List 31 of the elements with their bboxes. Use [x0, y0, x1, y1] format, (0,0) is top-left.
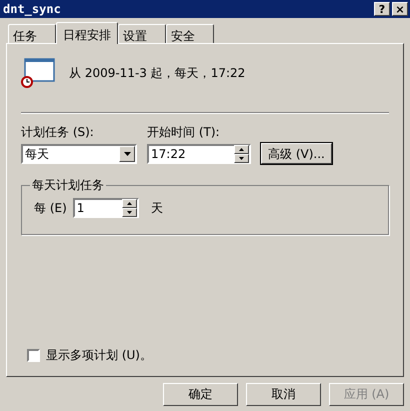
schedule-summary: 从 2009-11-3 起，每天，17:22 — [69, 65, 246, 82]
dialog-button[interactable]: 确定 — [163, 382, 238, 406]
tab[interactable]: 设置 — [118, 24, 166, 43]
up-arrow-icon — [126, 202, 132, 205]
spin-down-button[interactable] — [122, 208, 137, 217]
dialog-button[interactable]: 取消 — [246, 382, 321, 406]
every-field[interactable]: 1 — [72, 198, 139, 218]
spin-up-button[interactable] — [122, 199, 137, 208]
help-button[interactable]: ? — [374, 2, 390, 16]
up-arrow-icon — [239, 148, 244, 151]
checkbox-label: 显示多项计划 (U)。 — [46, 347, 152, 364]
every-label: 每 (E) — [34, 200, 67, 217]
unit-label: 天 — [150, 200, 163, 217]
dropdown-arrow-icon — [124, 152, 130, 156]
tab[interactable]: 日程安排 — [56, 22, 118, 44]
scheduled-window-icon — [21, 58, 55, 88]
start-time-label: 开始时间 (T): — [147, 124, 221, 141]
window-title: dnt_sync — [3, 1, 61, 18]
spin-up-button[interactable] — [234, 145, 249, 154]
start-time-field[interactable]: 17:22 — [147, 144, 251, 164]
checkbox[interactable] — [27, 348, 40, 362]
spin-down-button[interactable] — [234, 154, 249, 163]
group-title: 每天计划任务 — [31, 177, 105, 194]
tab[interactable]: 任务 — [8, 24, 56, 43]
advanced-button[interactable]: 高级 (V)... — [261, 143, 332, 164]
down-arrow-icon — [126, 211, 132, 214]
tab[interactable]: 安全 — [166, 24, 214, 43]
schedule-label: 计划任务 (S): — [21, 124, 95, 141]
down-arrow-icon — [239, 157, 244, 160]
schedule-dropdown[interactable]: 每天 — [21, 144, 137, 164]
close-button[interactable]: × — [392, 2, 408, 16]
